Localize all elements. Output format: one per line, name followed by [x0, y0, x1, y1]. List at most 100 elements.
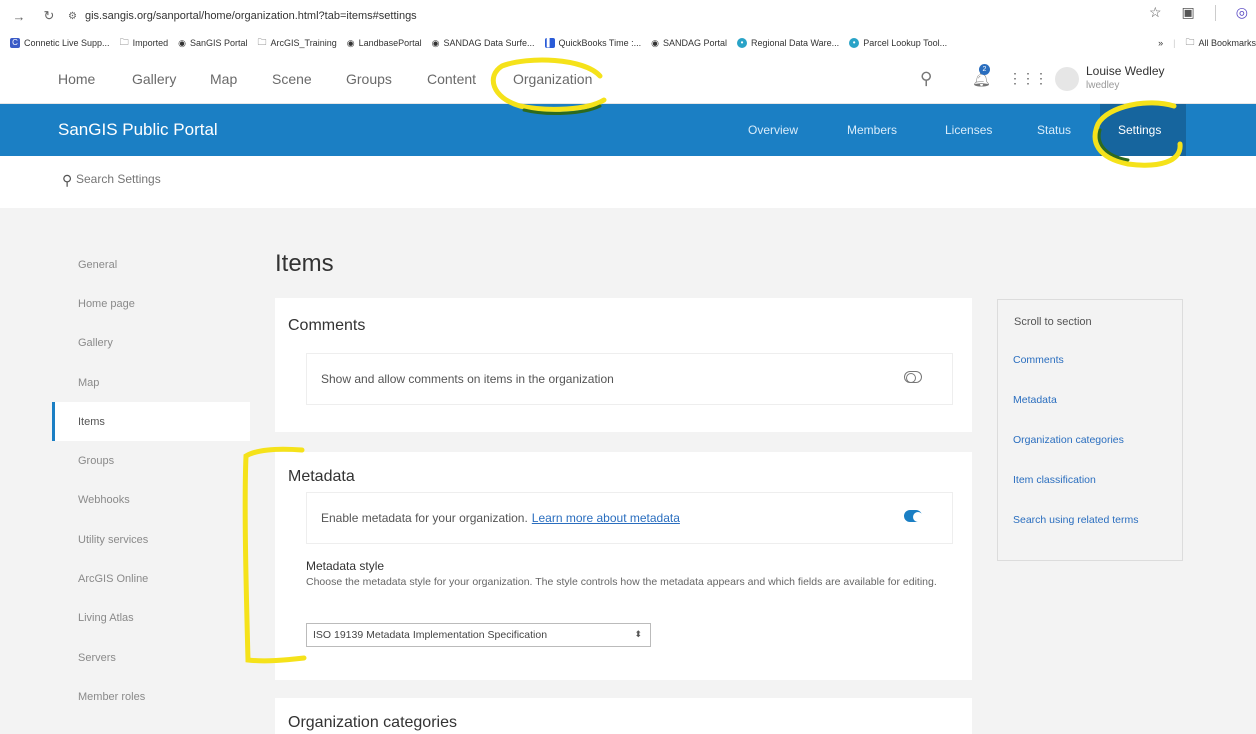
scroll-link-org-categories[interactable]: Organization categories	[1013, 434, 1138, 474]
site-settings-icon[interactable]: ⚙	[68, 11, 77, 22]
forward-icon[interactable]: →	[8, 5, 30, 27]
app-top-nav: Home Gallery Map Scene Groups Content Or…	[0, 54, 1256, 104]
sidebar-item-living-atlas[interactable]: Living Atlas	[52, 599, 250, 638]
tab-settings[interactable]: Settings	[1118, 123, 1161, 137]
user-menu[interactable]: Louise Wedley lwedley	[1086, 64, 1165, 91]
metadata-style-value: ISO 19139 Metadata Implementation Specif…	[313, 629, 548, 641]
org-categories-section: Organization categories	[275, 698, 972, 734]
bookmark-item[interactable]: ◉ LandbasePortal	[347, 38, 422, 49]
address-bar[interactable]: ⚙ gis.sangis.org/sanportal/home/organiza…	[68, 10, 417, 22]
tab-members[interactable]: Members	[847, 123, 897, 137]
select-arrows-icon: ⬍	[634, 629, 642, 639]
bookmark-item[interactable]: • Regional Data Ware...	[736, 38, 839, 48]
avatar[interactable]	[1055, 66, 1079, 91]
comments-section: Comments Show and allow comments on item…	[275, 298, 972, 432]
nav-gallery[interactable]: Gallery	[132, 71, 176, 87]
settings-sidebar: General Home page Gallery Map Items Grou…	[52, 245, 250, 717]
user-name: Louise Wedley	[1086, 64, 1165, 78]
metadata-section: Metadata Enable metadata for your organi…	[275, 452, 972, 680]
sidebar-item-items[interactable]: Items	[52, 402, 250, 442]
scroll-link-comments[interactable]: Comments	[1013, 354, 1138, 394]
app-launcher-icon[interactable]: ⋮⋮⋮	[1008, 70, 1048, 87]
sidebar-item-general[interactable]: General	[52, 245, 250, 284]
metadata-setting-row: Enable metadata for your organization. L…	[306, 492, 953, 544]
tab-overview[interactable]: Overview	[748, 123, 798, 137]
sidebar-item-groups[interactable]: Groups	[52, 441, 250, 480]
bookmark-item[interactable]: ◉ SANDAG Portal	[651, 38, 727, 49]
search-icon: ⚲	[62, 172, 73, 188]
notification-bell-icon[interactable]: 🔔︎ 2	[972, 63, 991, 88]
sidebar-item-gallery[interactable]: Gallery	[52, 324, 250, 363]
folder-icon: 🗀	[1185, 37, 1195, 47]
bookmark-item[interactable]: 🗀 Imported	[120, 35, 169, 51]
notification-badge: 2	[979, 63, 990, 75]
tab-status[interactable]: Status	[1037, 123, 1071, 137]
page-title: Items	[275, 250, 334, 277]
sidebar-item-arcgis-online[interactable]: ArcGIS Online	[52, 559, 250, 598]
bookmarks-bar: C Connetic Live Supp... 🗀 Imported ◉ SanGIS…	[0, 32, 1256, 54]
search-settings-input[interactable]	[76, 172, 276, 186]
scroll-link-metadata[interactable]: Metadata	[1013, 394, 1138, 434]
comments-setting-row: Show and allow comments on items in the …	[306, 353, 953, 405]
globe-icon: ◉	[431, 37, 440, 48]
reading-mode-icon[interactable]: ▣	[1182, 4, 1195, 21]
scroll-link-related-terms[interactable]: Search using related terms	[1013, 514, 1138, 554]
bookmark-item[interactable]: • Parcel Lookup Tool...	[849, 38, 947, 48]
user-id: lwedley	[1086, 80, 1120, 91]
comments-toggle[interactable]	[904, 371, 922, 383]
org-categories-heading: Organization categories	[288, 714, 457, 731]
search-icon[interactable]: ⚲	[920, 69, 932, 89]
sidebar-item-home-page[interactable]: Home page	[52, 284, 250, 323]
url-text[interactable]: gis.sangis.org/sanportal/home/organizati…	[85, 10, 417, 22]
bookmark-star-icon[interactable]: ☆	[1149, 4, 1162, 21]
browser-toolbar: → ↻ ⚙ gis.sangis.org/sanportal/home/orga…	[0, 0, 1256, 32]
settings-search-bar: ⚲	[0, 156, 1256, 208]
globe-icon: ◉	[346, 37, 355, 48]
globe-icon: ◉	[651, 37, 659, 48]
nav-organization[interactable]: Organization	[513, 71, 592, 87]
divider	[1214, 4, 1216, 21]
esri-icon: •	[736, 38, 747, 48]
sidebar-item-utility-services[interactable]: Utility services	[52, 520, 250, 559]
scroll-panel-header: Scroll to section	[1014, 316, 1092, 328]
metadata-style-description: Choose the metadata style for your organ…	[306, 576, 937, 588]
connetic-icon: C	[10, 38, 20, 48]
folder-icon: 🗀	[257, 37, 267, 47]
quickbooks-icon: ▌	[544, 38, 555, 48]
bookmark-item[interactable]: ▌ QuickBooks Time :...	[544, 38, 641, 48]
portal-title: SanGIS Public Portal	[58, 120, 218, 139]
scroll-to-section-panel: Scroll to section Comments Metadata Orga…	[997, 299, 1183, 561]
all-bookmarks-button[interactable]: 🗀 All Bookmarks	[1185, 35, 1256, 51]
nav-home[interactable]: Home	[58, 71, 95, 87]
sidebar-item-servers[interactable]: Servers	[52, 638, 250, 677]
nav-content[interactable]: Content	[427, 71, 476, 87]
folder-icon: 🗀	[119, 37, 129, 47]
tab-licenses[interactable]: Licenses	[945, 123, 992, 137]
bookmark-item[interactable]: 🗀 ArcGIS_Training	[258, 35, 337, 51]
metadata-style-label: Metadata style	[306, 559, 385, 573]
nav-scene[interactable]: Scene	[272, 71, 312, 87]
profile-icon[interactable]: ◎	[1236, 4, 1248, 21]
sidebar-item-member-roles[interactable]: Member roles	[52, 677, 250, 716]
bookmark-item[interactable]: C Connetic Live Supp...	[10, 38, 110, 48]
learn-more-metadata-link[interactable]: Learn more about metadata	[532, 511, 680, 525]
sidebar-item-webhooks[interactable]: Webhooks	[52, 481, 250, 520]
metadata-style-select[interactable]: ISO 19139 Metadata Implementation Specif…	[306, 623, 651, 647]
comments-toggle-label: Show and allow comments on items in the …	[321, 372, 614, 386]
metadata-toggle-label: Enable metadata for your organization.	[321, 511, 528, 525]
esri-icon: •	[849, 38, 860, 48]
metadata-toggle[interactable]	[904, 510, 923, 522]
bookmark-item[interactable]: ◉ SANDAG Data Surfe...	[432, 38, 535, 49]
reload-icon[interactable]: ↻	[38, 5, 60, 27]
bookmark-item[interactable]: ◉ SanGIS Portal	[178, 38, 247, 49]
scroll-link-item-classification[interactable]: Item classification	[1013, 474, 1138, 514]
metadata-heading: Metadata	[288, 468, 355, 485]
divider: |	[1173, 38, 1176, 48]
org-banner: SanGIS Public Portal Overview Members Li…	[0, 104, 1256, 156]
nav-map[interactable]: Map	[210, 71, 237, 87]
comments-heading: Comments	[288, 317, 366, 334]
sidebar-item-map[interactable]: Map	[52, 363, 250, 402]
nav-groups[interactable]: Groups	[346, 71, 392, 87]
bookmarks-overflow-button[interactable]: »	[1158, 38, 1163, 48]
globe-icon: ◉	[178, 37, 186, 48]
